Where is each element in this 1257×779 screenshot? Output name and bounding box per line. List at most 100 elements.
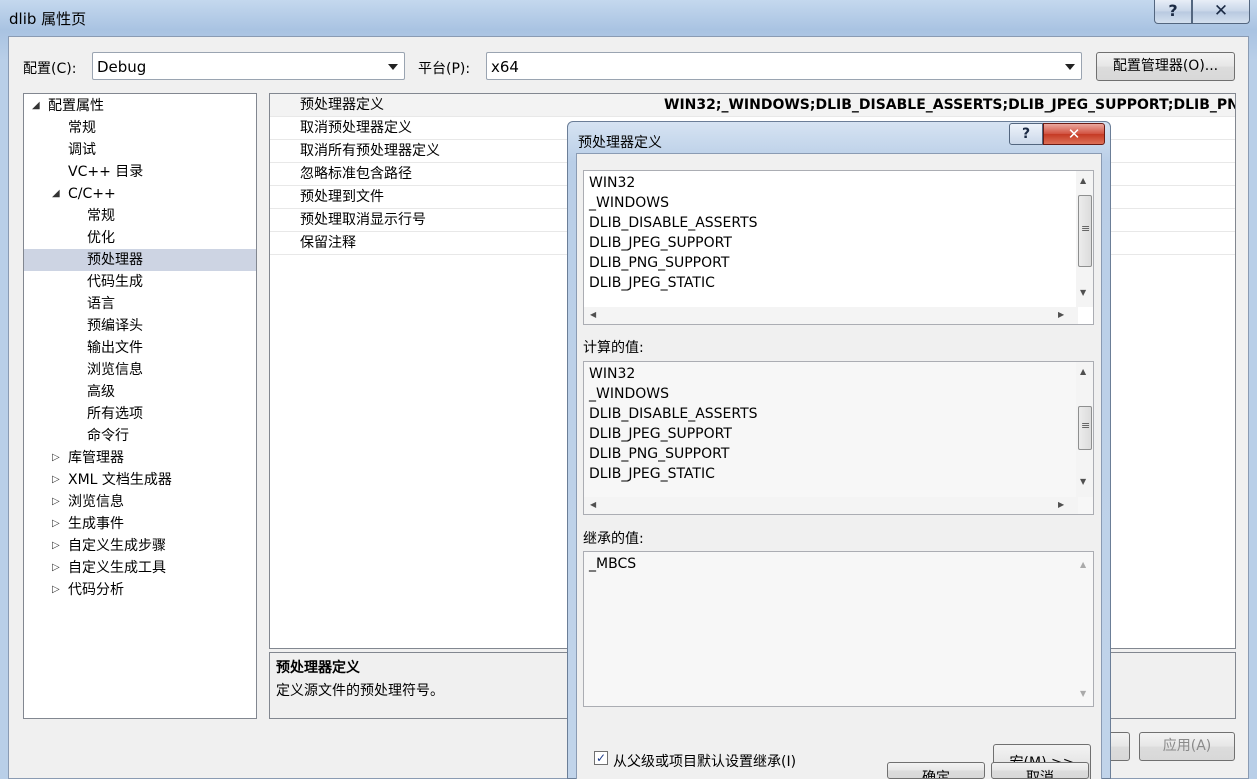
collapsed-arrow-icon[interactable]: ▷ (52, 557, 60, 579)
scroll-up-icon[interactable]: ▲ (1080, 368, 1086, 376)
dialog-close-button[interactable]: ✕ (1043, 123, 1105, 145)
chevron-down-icon (388, 64, 398, 70)
tree-item[interactable]: 预编译头 (24, 315, 256, 337)
evaluated-vscroll[interactable]: ▲ ▼ (1076, 362, 1093, 497)
tree-item[interactable]: 优化 (24, 227, 256, 249)
tree-item[interactable]: 命令行 (24, 425, 256, 447)
edit-scroll-thumb[interactable] (1078, 195, 1092, 267)
tree-item-label: VC++ 目录 (68, 164, 144, 180)
platform-label: 平台(P): (418, 61, 471, 77)
tree-item[interactable]: 调试 (24, 139, 256, 161)
edit-vscroll[interactable]: ▲ ▼ (1076, 171, 1093, 307)
collapsed-arrow-icon[interactable]: ▷ (52, 579, 60, 601)
tree-item[interactable]: ▷ 浏览信息 (24, 491, 256, 513)
config-label: 配置(C): (23, 61, 77, 77)
inherited-vscroll[interactable]: ▲ ▼ (1076, 552, 1093, 706)
property-value: WIN32;_WINDOWS;DLIB_DISABLE_ASSERTS;DLIB… (664, 97, 1236, 113)
collapsed-arrow-icon[interactable]: ▷ (52, 491, 60, 513)
scroll-right-icon[interactable]: ▶ (1058, 501, 1064, 509)
platform-value: x64 (491, 58, 519, 76)
tree-item-label: 生成事件 (68, 516, 124, 532)
tree-item[interactable]: 常规 (24, 205, 256, 227)
tree-item[interactable]: 代码生成 (24, 271, 256, 293)
chevron-down-icon (1065, 64, 1075, 70)
window-title: dlib 属性页 (9, 10, 87, 28)
property-name: 取消预处理器定义 (300, 120, 412, 136)
tree-item-label: 常规 (87, 208, 115, 224)
tree-item[interactable]: 常规 (24, 117, 256, 139)
inherited-label: 继承的值: (583, 531, 644, 547)
inherit-checkbox-label[interactable]: 从父级或项目默认设置继承(I) (613, 751, 796, 771)
description-title: 预处理器定义 (276, 660, 360, 676)
property-name: 预处理到文件 (300, 189, 384, 205)
scroll-down-icon[interactable]: ▼ (1080, 478, 1086, 486)
platform-select[interactable]: x64 (486, 52, 1082, 80)
evaluated-values-box: WIN32 _WINDOWS DLIB_DISABLE_ASSERTS DLIB_JP… (583, 361, 1094, 515)
collapsed-arrow-icon[interactable]: ▷ (52, 513, 60, 535)
collapsed-arrow-icon[interactable]: ▷ (52, 535, 60, 557)
evaluated-hscroll[interactable]: ◀ ▶ (584, 497, 1078, 514)
property-name: 预处理取消显示行号 (300, 212, 426, 228)
dialog-body: WIN32 _WINDOWS DLIB_DISABLE_ASSERTS DLIB_JP… (576, 153, 1102, 779)
dialog-cancel-button[interactable]: 取消 (991, 762, 1089, 779)
expanded-arrow-icon[interactable]: ◢ (52, 183, 60, 205)
config-manager-button[interactable]: 配置管理器(O)... (1096, 52, 1235, 81)
list-line: _MBCS (589, 556, 637, 572)
property-row[interactable]: 预处理器定义 WIN32;_WINDOWS;DLIB_DISABLE_ASSERT… (270, 94, 1235, 117)
tree-item[interactable]: 输出文件 (24, 337, 256, 359)
scroll-down-icon[interactable]: ▼ (1080, 289, 1086, 297)
list-line: DLIB_DISABLE_ASSERTS (589, 215, 758, 231)
dialog-ok-button[interactable]: 确定 (887, 762, 985, 779)
tree-item[interactable]: ▷ 代码分析 (24, 579, 256, 601)
close-button[interactable]: ✕ (1192, 0, 1250, 24)
property-tree[interactable]: ◢ 配置属性 常规 调试 VC++ 目录 ◢ C/C++ 常规 优化 预处理器 代码生成 语言 预编译头… (23, 93, 257, 719)
tree-item[interactable]: 预处理器 (24, 249, 256, 271)
scroll-right-icon[interactable]: ▶ (1058, 311, 1064, 319)
tree-item[interactable]: ▷ XML 文档生成器 (24, 469, 256, 491)
tree-item[interactable]: 浏览信息 (24, 359, 256, 381)
description-text: 定义源文件的预处理符号。 (276, 683, 444, 699)
list-line: DLIB_JPEG_STATIC (589, 466, 715, 482)
expanded-arrow-icon[interactable]: ◢ (32, 95, 40, 117)
tree-item[interactable]: ▷ 自定义生成工具 (24, 557, 256, 579)
property-pages-window: dlib 属性页 ? ✕ 配置(C): Debug 平台(P): x64 配置管… (0, 0, 1257, 779)
tree-item-label: XML 文档生成器 (68, 472, 172, 488)
dialog-help-button[interactable]: ? (1009, 123, 1043, 145)
scroll-down-icon[interactable]: ▼ (1080, 690, 1086, 698)
scroll-up-icon[interactable]: ▲ (1080, 177, 1086, 185)
tree-item[interactable]: 语言 (24, 293, 256, 315)
apply-button[interactable]: 应用(A) (1139, 732, 1235, 761)
tree-item-label: 代码生成 (87, 274, 143, 290)
tree-item[interactable]: ▷ 生成事件 (24, 513, 256, 535)
tree-item[interactable]: 所有选项 (24, 403, 256, 425)
scroll-left-icon[interactable]: ◀ (590, 311, 596, 319)
collapsed-arrow-icon[interactable]: ▷ (52, 447, 60, 469)
tree-item[interactable]: ◢ C/C++ (24, 183, 256, 205)
definitions-edit-box[interactable]: WIN32 _WINDOWS DLIB_DISABLE_ASSERTS DLIB_JP… (583, 170, 1094, 325)
list-line: WIN32 (589, 366, 636, 382)
collapsed-arrow-icon[interactable]: ▷ (52, 469, 60, 491)
tree-item-label: 调试 (68, 142, 96, 158)
config-select[interactable]: Debug (92, 52, 405, 80)
tree-item-label: 浏览信息 (68, 494, 124, 510)
property-name: 预处理器定义 (300, 97, 384, 113)
inherit-checkbox[interactable]: ✓ (594, 751, 608, 765)
list-line: WIN32 (589, 175, 636, 191)
tree-item[interactable]: ▷ 库管理器 (24, 447, 256, 469)
help-button[interactable]: ? (1154, 0, 1192, 24)
scroll-left-icon[interactable]: ◀ (590, 501, 596, 509)
tree-item-label: 高级 (87, 384, 115, 400)
scroll-up-icon[interactable]: ▲ (1080, 561, 1086, 569)
list-line: DLIB_JPEG_SUPPORT (589, 235, 732, 251)
tree-item-label: C/C++ (68, 186, 116, 202)
tree-item[interactable]: 高级 (24, 381, 256, 403)
tree-item-label: 代码分析 (68, 582, 124, 598)
config-value: Debug (97, 58, 147, 76)
list-line: DLIB_JPEG_STATIC (589, 275, 715, 291)
edit-hscroll[interactable]: ◀ ▶ (584, 307, 1078, 324)
list-line: DLIB_PNG_SUPPORT (589, 446, 730, 462)
evaluated-scroll-thumb[interactable] (1078, 406, 1092, 450)
tree-item[interactable]: ◢ 配置属性 (24, 95, 256, 117)
tree-item[interactable]: ▷ 自定义生成步骤 (24, 535, 256, 557)
tree-item[interactable]: VC++ 目录 (24, 161, 256, 183)
